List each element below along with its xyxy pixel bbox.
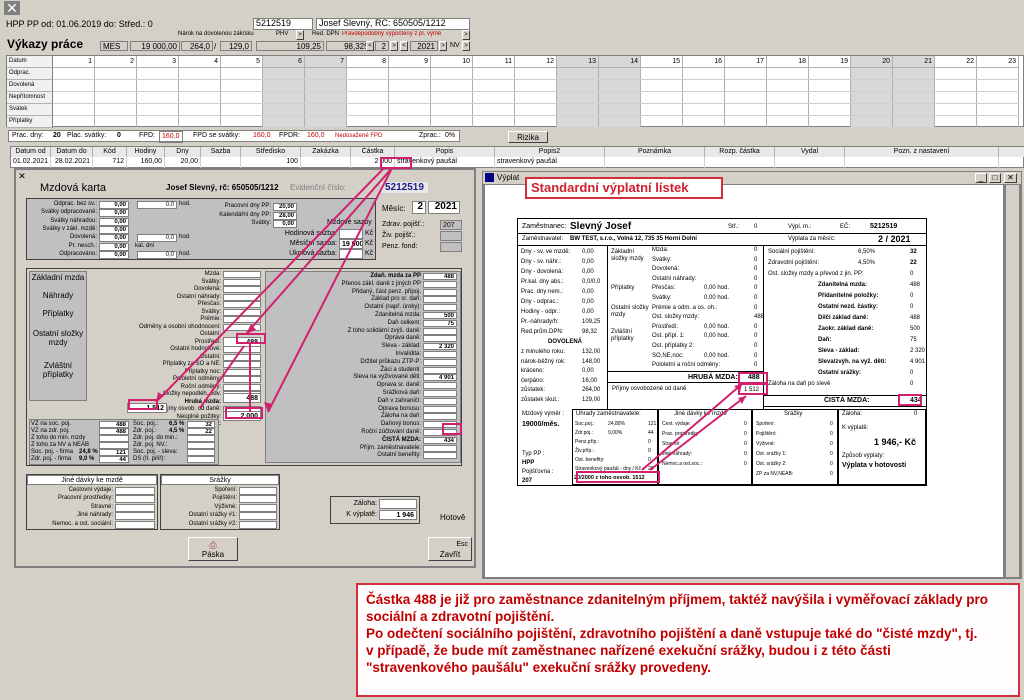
- note-line-4: v případě, že bude mít zaměstnanec naříz…: [366, 643, 891, 658]
- arrow-1: [245, 167, 393, 335]
- arrow-6: [641, 383, 743, 471]
- note-line-5: "stravenkového paušálu" exekuční srážky …: [366, 660, 711, 675]
- note-line-1: Částka 488 je již pro zaměstnance zdanit…: [366, 592, 989, 607]
- arrowhead-3: [156, 392, 164, 402]
- note-line-2: sociální a zdravotní pojištění.: [366, 609, 555, 624]
- arrow-7: [649, 395, 747, 471]
- explanation-note: Částka 488 je již pro zaměstnance zdanit…: [356, 583, 1020, 697]
- arrow-3: [155, 167, 385, 403]
- arrow-2: [267, 167, 393, 413]
- arrow-5: [199, 345, 245, 409]
- note-line-3: Po odečtení sociálního pojištění, zdravo…: [366, 626, 978, 641]
